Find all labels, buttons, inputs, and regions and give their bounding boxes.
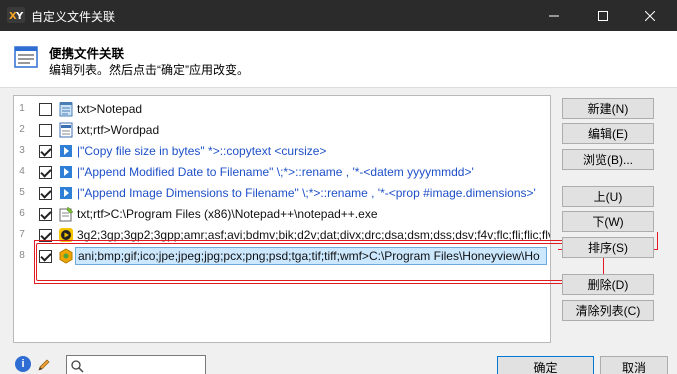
row-checkbox[interactable] (39, 124, 52, 137)
header-title: 便携文件关联 (49, 47, 125, 61)
row-number: 5 (19, 187, 25, 198)
info-icon[interactable]: i (15, 356, 31, 372)
window-title: 自定义文件关联 (31, 10, 116, 24)
script-icon (60, 166, 72, 178)
row-text: |"Copy file size in bytes" *>::copytext … (77, 144, 327, 158)
new-button[interactable]: 新建(N) (562, 98, 654, 119)
row-number: 1 (19, 103, 25, 114)
row-text: |"Append Image Dimensions to Filename" \… (77, 186, 536, 200)
annotation-highlight-inner (36, 243, 604, 281)
row-text: txt;rtf>C:\Program Files (x86)\Notepad++… (77, 207, 378, 221)
maximize-button[interactable] (580, 0, 626, 31)
list-item[interactable]: 4 |"Append Modified Date to Filename" \;… (14, 162, 550, 183)
notepad-icon (59, 102, 73, 117)
search-icon (71, 360, 84, 373)
move-down-button[interactable]: 下(W) (562, 211, 654, 232)
row-checkbox[interactable] (39, 187, 52, 200)
edit-button[interactable]: 编辑(E) (562, 123, 654, 144)
header-subtitle: 编辑列表。然后点击“确定”应用改变。 (49, 63, 249, 77)
minimize-icon (549, 15, 559, 16)
list-item[interactable]: 6 txt;rtf>C:\Program Files (x86)\Notepad… (14, 204, 550, 225)
row-number: 4 (19, 166, 25, 177)
row-number: 8 (19, 250, 25, 261)
search-field[interactable] (66, 355, 206, 374)
row-number: 3 (19, 145, 25, 156)
row-number: 6 (19, 208, 25, 219)
row-number: 7 (19, 229, 25, 240)
dialog-header: 便携文件关联 编辑列表。然后点击“确定”应用改变。 (0, 31, 677, 88)
row-text: txt>Notepad (77, 102, 143, 116)
notepadpp-icon (59, 206, 74, 222)
row-checkbox[interactable] (39, 145, 52, 158)
svg-text:Y: Y (15, 11, 24, 22)
app-logo-icon: X Y (7, 7, 25, 23)
clear-list-button[interactable]: 清除列表(C) (562, 300, 654, 321)
script-icon (60, 187, 72, 199)
cancel-button[interactable]: 取消 (600, 356, 668, 374)
close-button[interactable] (627, 0, 673, 31)
list-item[interactable]: 1 txt>Notepad (14, 99, 550, 120)
row-number: 2 (19, 124, 25, 135)
delete-button[interactable]: 删除(D) (562, 274, 654, 295)
row-text: txt;rtf>Wordpad (77, 123, 160, 137)
title-bar: X Y 自定义文件关联 (0, 0, 677, 31)
association-list[interactable]: 1 txt>Notepad 2 txt;rtf>Wordpad 3 |"Copy… (13, 95, 551, 343)
list-item[interactable]: 3 |"Copy file size in bytes" *>::copytex… (14, 141, 550, 162)
list-window-icon (14, 46, 38, 68)
script-icon (60, 145, 72, 157)
ok-button[interactable]: 确定 (497, 356, 594, 374)
list-item[interactable]: 2 txt;rtf>Wordpad (14, 120, 550, 141)
maximize-icon (598, 10, 608, 21)
row-checkbox[interactable] (39, 166, 52, 179)
row-text: |"Append Modified Date to Filename" \;*>… (77, 165, 474, 179)
sort-button[interactable]: 排序(S) (562, 237, 654, 258)
pencil-icon[interactable] (36, 357, 52, 373)
move-up-button[interactable]: 上(U) (562, 186, 654, 207)
search-input[interactable] (87, 358, 202, 373)
wordpad-icon (59, 122, 73, 138)
minimize-button[interactable] (531, 0, 577, 31)
list-item[interactable]: 5 |"Append Image Dimensions to Filename"… (14, 183, 550, 204)
row-checkbox[interactable] (39, 103, 52, 116)
close-icon (645, 10, 655, 21)
row-checkbox[interactable] (39, 208, 52, 221)
browse-button[interactable]: 浏览(B)... (562, 149, 654, 170)
